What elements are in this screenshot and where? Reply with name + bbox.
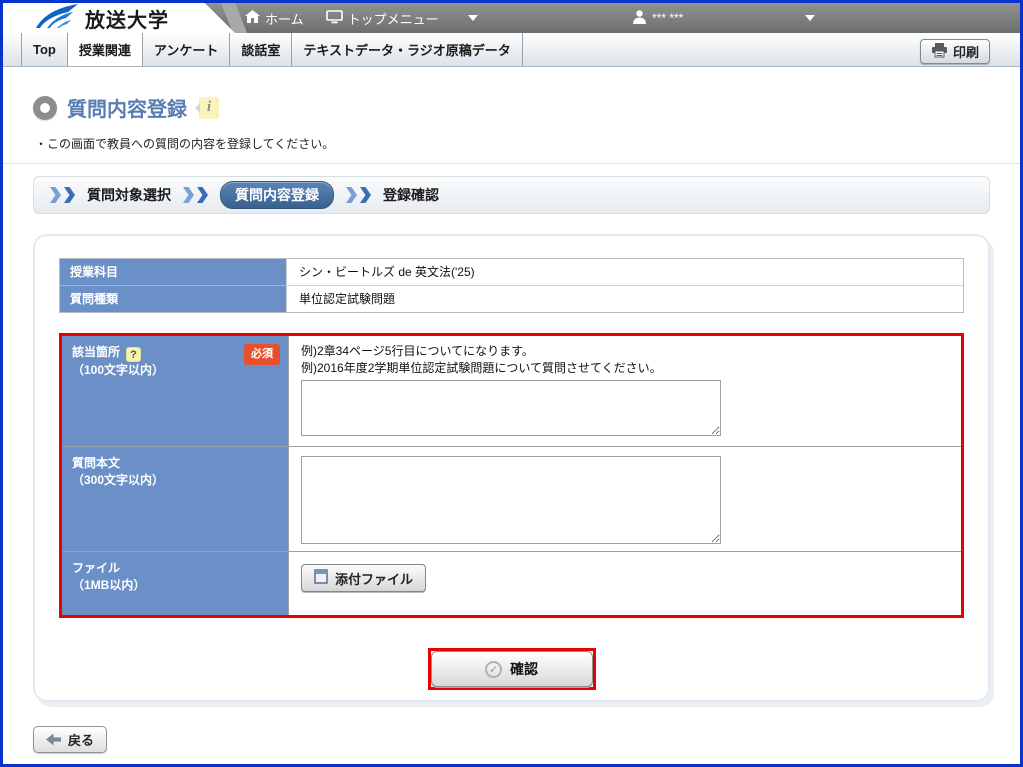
page-title: 質問内容登録 — [67, 93, 187, 122]
file-label: ファイル — [72, 561, 120, 575]
print-button[interactable]: 印刷 — [920, 39, 990, 64]
page-description: ・この画面で教員への質問の内容を登録してください。 — [35, 135, 1020, 152]
table-row: ファイル （1MB以内） 添付ファイル — [62, 551, 961, 615]
global-header: 放送大学 ホーム トップメニュー *** *** — [3, 3, 1020, 33]
home-icon — [245, 10, 260, 26]
back-arrow-icon — [46, 734, 61, 746]
file-label-cell: ファイル （1MB以内） — [62, 552, 288, 615]
confirm-label: 確認 — [510, 659, 538, 679]
tab-survey[interactable]: アンケート — [143, 33, 230, 66]
body-limit: （300文字以内） — [72, 472, 278, 489]
question-type-label: 質問種類 — [60, 285, 286, 312]
course-subject-value: シン・ビートルズ de 英文法('25) — [286, 259, 963, 285]
topmenu-chevron-down-icon[interactable] — [468, 15, 478, 21]
user-menu[interactable]: *** *** — [633, 3, 683, 33]
print-label: 印刷 — [953, 42, 979, 61]
confirm-button[interactable]: ✓ 確認 — [431, 651, 593, 687]
location-label: 該当箇所 — [72, 345, 120, 359]
check-circle-icon: ✓ — [485, 661, 502, 678]
question-type-value: 単位認定試験問題 — [286, 285, 963, 312]
brand-name: 放送大学 — [85, 4, 169, 33]
back-label: 戻る — [68, 730, 94, 749]
info-icon[interactable]: i — [199, 97, 219, 119]
application-window: 放送大学 ホーム トップメニュー *** *** — [0, 0, 1023, 767]
highlight-box-form: 該当箇所? 必須 （100文字以内） 例)2章34ページ5行目についてになります… — [59, 333, 964, 618]
attach-file-button[interactable]: 添付ファイル — [301, 564, 426, 592]
topmenu-link[interactable]: トップメニュー — [326, 9, 478, 28]
monitor-icon — [326, 10, 343, 27]
confirm-area: ✓ 確認 — [35, 648, 988, 690]
body-label-cell: 質問本文 （300文字以内） — [62, 447, 288, 551]
course-subject-label: 授業科目 — [60, 259, 286, 285]
body-textarea[interactable] — [301, 456, 721, 544]
location-label-cell: 該当箇所? 必須 （100文字以内） — [62, 336, 288, 446]
location-example-1: 例)2章34ページ5行目についてになります。 — [301, 343, 949, 360]
tab-top[interactable]: Top — [21, 33, 68, 66]
divider — [3, 163, 1020, 164]
body-value-cell — [288, 447, 961, 551]
back-button[interactable]: 戻る — [33, 726, 107, 753]
body-label: 質問本文 — [72, 456, 120, 470]
user-name-masked: *** *** — [652, 11, 683, 25]
table-row: 質問種類 単位認定試験問題 — [60, 285, 963, 312]
home-label: ホーム — [265, 9, 304, 28]
file-value-cell: 添付ファイル — [288, 552, 961, 615]
tab-text-radio-data[interactable]: テキストデータ・ラジオ原稿データ — [292, 33, 522, 66]
user-icon — [633, 10, 646, 27]
global-nav: ホーム トップメニュー — [235, 3, 478, 33]
tab-lounge[interactable]: 談話室 — [230, 33, 292, 66]
table-row: 授業科目 シン・ビートルズ de 英文法('25) — [60, 259, 963, 285]
brand-logo[interactable]: 放送大学 — [3, 3, 235, 33]
location-textarea[interactable] — [301, 380, 721, 436]
brand-swoosh-icon — [35, 3, 79, 34]
home-link[interactable]: ホーム — [245, 9, 304, 28]
page-title-row: 質問内容登録 i — [33, 93, 1020, 122]
file-limit: （1MB以内） — [72, 577, 278, 594]
topmenu-label: トップメニュー — [348, 9, 439, 28]
help-icon[interactable]: ? — [126, 347, 141, 362]
location-value-cell: 例)2章34ページ5行目についてになります。 例)2016年度2学期単位認定試験… — [288, 336, 961, 446]
course-info-table: 授業科目 シン・ビートルズ de 英文法('25) 質問種類 単位認定試験問題 — [59, 258, 964, 313]
printer-icon — [931, 43, 948, 61]
step-chevron-icon — [50, 187, 75, 203]
user-chevron-down-icon[interactable] — [805, 15, 815, 21]
tab-bar: Top 授業関連 アンケート 談話室 テキストデータ・ラジオ原稿データ 印刷 — [3, 33, 1020, 67]
step-chevron-icon — [346, 187, 371, 203]
table-row: 該当箇所? 必須 （100文字以内） 例)2章34ページ5行目についてになります… — [62, 336, 961, 446]
step-confirm: 登録確認 — [383, 185, 439, 205]
document-icon — [314, 569, 328, 587]
step-indicator: 質問対象選択 質問内容登録 登録確認 — [33, 176, 990, 214]
step-register-content-active: 質問内容登録 — [220, 181, 334, 209]
table-row: 質問本文 （300文字以内） — [62, 446, 961, 551]
title-circle-icon — [33, 96, 57, 120]
highlight-box-confirm: ✓ 確認 — [428, 648, 596, 690]
location-example-2: 例)2016年度2学期単位認定試験問題について質問させてください。 — [301, 360, 949, 377]
attach-file-label: 添付ファイル — [335, 569, 413, 588]
step-chevron-icon — [183, 187, 208, 203]
main-panel: 授業科目 シン・ビートルズ de 英文法('25) 質問種類 単位認定試験問題 … — [33, 234, 990, 702]
required-badge: 必須 — [244, 344, 280, 365]
step-select-target: 質問対象選択 — [87, 185, 171, 205]
tab-class-related[interactable]: 授業関連 — [68, 33, 143, 66]
